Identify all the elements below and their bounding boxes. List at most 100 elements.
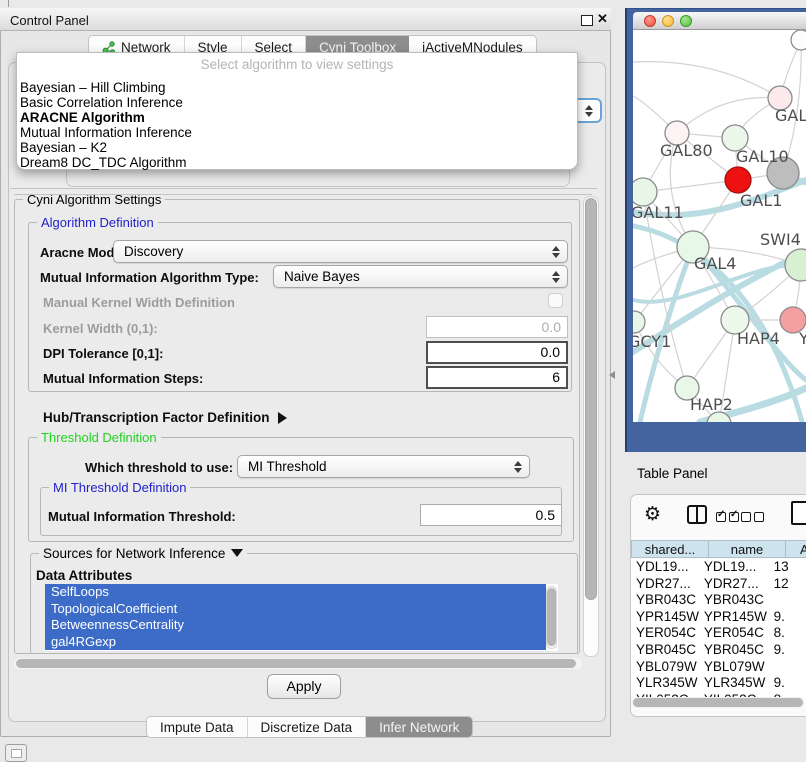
mi-steps-field[interactable]: 6 — [426, 366, 568, 389]
hub-definition-label: Hub/Transcription Factor Definition — [43, 410, 270, 425]
screen: Control Panel ✕ Network Style Select Cyn… — [0, 0, 806, 762]
node-label: GAL — [775, 106, 806, 125]
node-gal1-red[interactable] — [725, 167, 751, 193]
columns-icon[interactable] — [687, 505, 707, 524]
kernel-width-field[interactable]: 0.0 — [426, 316, 568, 338]
algo-option[interactable]: Bayesian – Hill Climbing — [20, 80, 570, 95]
algorithm-dropdown-popup: Select algorithm to view settings Bayesi… — [16, 52, 578, 170]
group-title: MI Threshold Definition — [49, 480, 190, 495]
close-icon[interactable]: ✕ — [597, 11, 608, 27]
node-label: HAP2 — [690, 395, 733, 414]
table-row[interactable]: YBL079WYBL079W — [631, 659, 806, 676]
sources-title: Sources for Network Inference — [43, 546, 225, 561]
node[interactable] — [791, 30, 806, 50]
bottom-tabs: Impute Data Discretize Data Infer Networ… — [146, 716, 473, 738]
mi-threshold-label: Mutual Information Threshold: — [48, 509, 236, 524]
dpi-tolerance-label: DPI Tolerance [0,1]: — [43, 346, 163, 361]
algo-option[interactable]: Bayesian – K2 — [20, 140, 570, 155]
attribute-item-selected[interactable]: BetweennessCentrality — [45, 617, 546, 634]
tab-discretize-data[interactable]: Discretize Data — [248, 717, 367, 737]
zoom-traffic-light-icon[interactable] — [680, 15, 692, 27]
which-threshold-combobox[interactable]: MI Threshold — [237, 455, 530, 478]
dock-panel-button[interactable] — [5, 744, 27, 762]
dpi-tolerance-field[interactable]: 0.0 — [426, 341, 568, 364]
window-edge-tick — [8, 0, 9, 7]
group-title: Algorithm Definition — [37, 215, 158, 230]
which-threshold-label: Which threshold to use: — [85, 460, 233, 475]
column-header-shared[interactable]: shared... — [631, 540, 709, 558]
node-swi4[interactable] — [785, 249, 806, 281]
mi-type-combobox[interactable]: Naive Bayes — [273, 265, 568, 288]
control-panel-titlebar — [0, 8, 611, 31]
node-table[interactable]: YDL19...YDL19...13 YDR27...YDR27...12 YB… — [631, 559, 806, 697]
mi-type-value: Naive Bayes — [284, 269, 360, 284]
group-divider — [10, 188, 597, 189]
network-canvas[interactable]: GAL GAL80 GAL10 GAL1 GAL11 SWI4 GAL4 GCY… — [633, 30, 806, 422]
tab-infer-network[interactable]: Infer Network — [366, 717, 472, 737]
aracne-mode-combobox[interactable]: Discovery — [113, 240, 568, 263]
data-attributes-label: Data Attributes — [36, 568, 132, 583]
group-title: Threshold Definition — [37, 430, 161, 445]
float-window-icon[interactable] — [581, 15, 593, 26]
table-row[interactable]: YDL19...YDL19...13 — [631, 559, 806, 576]
close-traffic-light-icon[interactable] — [644, 15, 656, 27]
combo-arrows-icon — [585, 105, 593, 117]
attribute-item-selected[interactable]: TopologicalCoefficient — [45, 601, 546, 618]
group-divider — [14, 194, 592, 195]
node-label: GAL1 — [740, 191, 782, 210]
algo-option[interactable]: Mutual Information Inference — [20, 125, 570, 140]
document-icon[interactable] — [791, 501, 806, 525]
algo-option[interactable]: Dream8 DC_TDC Algorithm — [20, 155, 570, 170]
table-row[interactable]: YBR043CYBR043C — [631, 592, 806, 609]
manual-kernel-checkbox[interactable] — [548, 293, 563, 308]
mi-steps-label: Mutual Information Steps: — [43, 371, 203, 386]
node-gal11[interactable] — [633, 178, 657, 206]
column-header-partial[interactable]: A — [785, 540, 806, 558]
select-all-columns-icon[interactable] — [716, 509, 742, 527]
deselect-all-columns-icon[interactable] — [741, 509, 767, 527]
table-row[interactable]: YBR045CYBR045C9. — [631, 642, 806, 659]
settings-horizontal-scroll-thumb[interactable] — [16, 659, 576, 668]
network-window-titlebar[interactable] — [633, 12, 806, 30]
table-row[interactable]: YPR145WYPR145W9. — [631, 609, 806, 626]
hub-definition-toggle[interactable]: Hub/Transcription Factor Definition — [43, 410, 287, 425]
which-threshold-value: MI Threshold — [248, 459, 327, 474]
combo-arrows-icon — [514, 461, 522, 473]
node-label: GAL10 — [736, 147, 789, 166]
expanded-arrow-icon — [231, 549, 243, 557]
kernel-width-label: Kernel Width (0,1): — [43, 321, 158, 336]
apply-button[interactable]: Apply — [267, 674, 341, 699]
attribute-item-selected[interactable]: SelfLoops — [45, 584, 546, 601]
table-panel-title: Table Panel — [637, 466, 708, 481]
panel-title: Control Panel — [10, 13, 89, 28]
sources-toggle[interactable]: Sources for Network Inference — [39, 546, 247, 561]
tab-impute-data[interactable]: Impute Data — [147, 717, 248, 737]
data-attributes-list[interactable]: SelfLoops TopologicalCoefficient Between… — [45, 584, 558, 651]
table-row[interactable]: YER054CYER054C8. — [631, 625, 806, 642]
settings-vertical-scroll-thumb[interactable] — [585, 198, 597, 600]
attribute-item-selected[interactable]: gal4RGexp — [45, 634, 546, 651]
mi-type-label: Mutual Information Algorithm Type: — [40, 270, 259, 285]
node-label: GAL11 — [633, 203, 684, 222]
node-label: HAP4 — [737, 329, 780, 348]
node-label: GCY1 — [633, 332, 671, 351]
minimize-traffic-light-icon[interactable] — [662, 15, 674, 27]
attribute-list-scroll-thumb[interactable] — [547, 588, 556, 646]
combo-arrows-icon — [552, 271, 560, 283]
table-row[interactable]: YDR27...YDR27...12 — [631, 576, 806, 593]
mi-threshold-field[interactable]: 0.5 — [420, 504, 562, 526]
combo-arrows-icon — [552, 246, 560, 258]
node-label: GAL80 — [660, 141, 713, 160]
manual-kernel-label: Manual Kernel Width Definition — [43, 295, 235, 310]
collapsed-arrow-icon — [278, 412, 287, 424]
gear-icon[interactable]: ⚙ — [644, 503, 661, 525]
table-horizontal-scroll-thumb[interactable] — [633, 698, 803, 707]
algo-option[interactable]: Basic Correlation Inference — [20, 95, 570, 110]
aracne-mode-value: Discovery — [124, 244, 183, 259]
table-row[interactable]: YLR345WYLR345W9. — [631, 675, 806, 692]
column-header-name[interactable]: name — [708, 540, 786, 558]
node-gcy1[interactable] — [633, 311, 645, 333]
pane-splitter-handle[interactable] — [609, 371, 615, 379]
algo-option-selected[interactable]: ARACNE Algorithm — [20, 110, 570, 125]
node-label: SWI4 — [760, 230, 801, 249]
